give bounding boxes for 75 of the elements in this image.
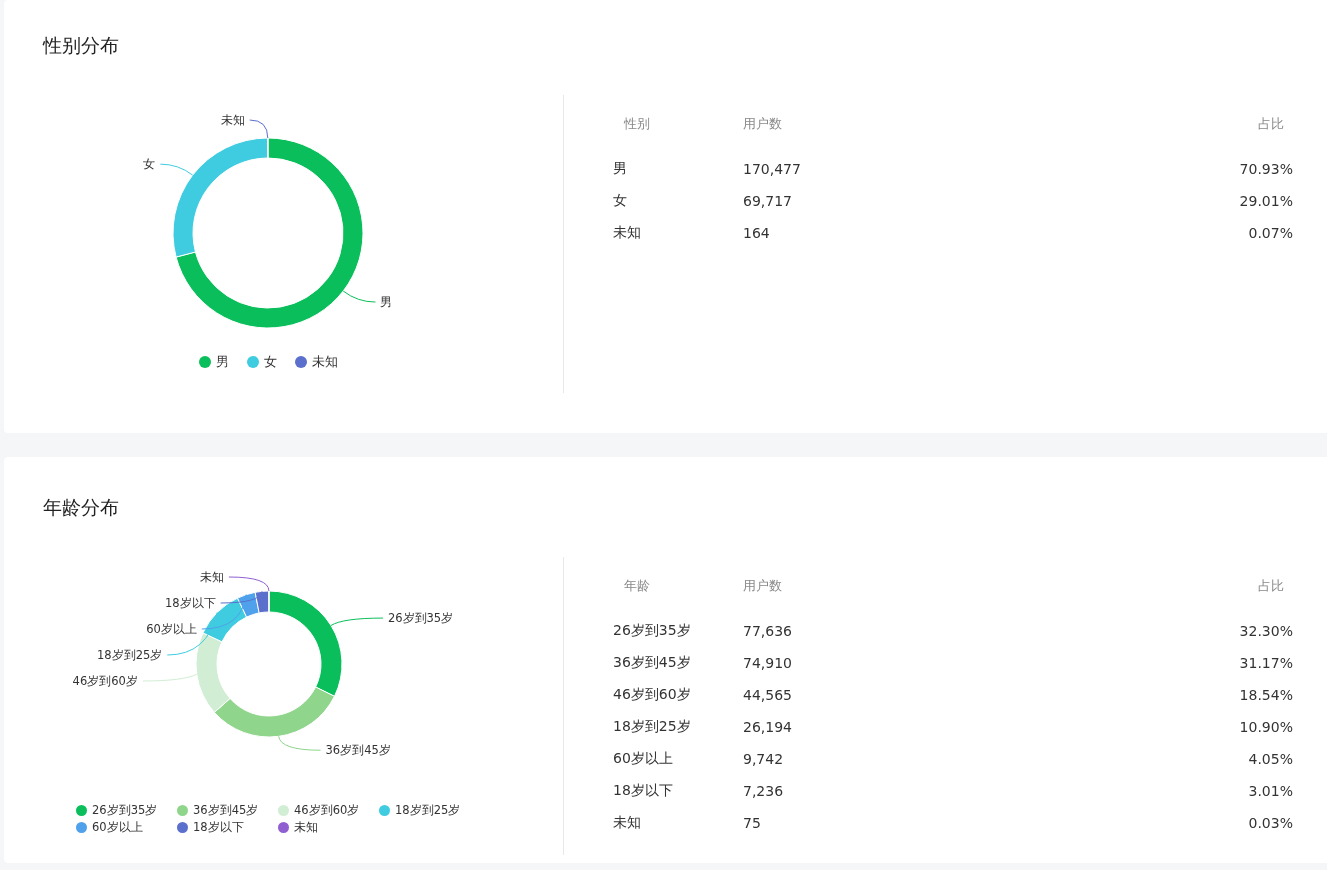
legend-label[interactable]: 未知	[294, 820, 318, 835]
legend-dot-icon[interactable]	[278, 805, 289, 816]
legend-label[interactable]: 18岁到25岁	[395, 803, 461, 818]
leader-line	[249, 119, 269, 139]
slice-label: 46岁到60岁	[72, 674, 138, 688]
slice-label: 26岁到35岁	[387, 611, 454, 626]
column-header: 用户数	[743, 577, 783, 595]
table-cell-text: 18岁以下	[613, 782, 674, 800]
section-title: 性别分布	[43, 33, 120, 58]
legend-label[interactable]: 男	[215, 353, 229, 371]
table-cell-text: 46岁到60岁	[613, 686, 692, 704]
column-header: 占比	[1257, 115, 1285, 133]
column-header: 占比	[1257, 577, 1285, 595]
table-cell-text: 69,717	[743, 193, 793, 209]
table-cell-text: 74,910	[743, 655, 793, 671]
table-cell-text: 170,477	[743, 161, 802, 177]
table-cell-text: 77,636	[743, 623, 793, 639]
slice-label: 18岁以下	[165, 596, 216, 610]
table-cell-text: 26岁到35岁	[613, 622, 692, 640]
table-cell-text: 女	[613, 192, 628, 210]
legend-dot-icon[interactable]	[379, 805, 390, 816]
legend-label[interactable]: 36岁到45岁	[193, 803, 259, 818]
leader-line	[330, 617, 384, 626]
column-header: 性别	[623, 115, 651, 133]
leader-line	[159, 163, 194, 176]
table-cell-text: 29.01%	[1238, 193, 1293, 209]
slice-label: 女	[143, 157, 156, 172]
legend-label[interactable]: 18岁以下	[193, 820, 244, 835]
table-cell-text: 男	[613, 160, 628, 178]
table-cell-text: 36岁到45岁	[613, 654, 692, 672]
table-cell-text: 32.30%	[1238, 623, 1293, 639]
legend-dot-icon[interactable]	[177, 805, 188, 816]
table-cell-text: 70.93%	[1238, 161, 1293, 177]
table-cell-text: 0.03%	[1247, 815, 1293, 831]
slice-label: 60岁以上	[146, 622, 197, 636]
table-cell-text: 0.07%	[1247, 225, 1293, 241]
legend-dot-icon[interactable]	[76, 822, 87, 833]
slice-label: 未知	[220, 113, 245, 127]
legend-dot-icon[interactable]	[246, 356, 259, 368]
slice-label: 36岁到45岁	[325, 743, 391, 758]
table-cell-text: 未知	[613, 224, 642, 242]
legend-dot-icon[interactable]	[76, 805, 87, 816]
table-cell-text: 7,236	[743, 783, 785, 799]
leader-line	[228, 576, 270, 592]
table-cell-text: 31.17%	[1238, 655, 1293, 671]
legend-label[interactable]: 女	[263, 353, 277, 371]
legend-label[interactable]: 60岁以上	[92, 820, 143, 835]
table-cell-text: 10.90%	[1238, 719, 1293, 735]
table-cell-text: 18岁到25岁	[613, 718, 692, 736]
table-cell-text: 164	[743, 225, 771, 241]
legend-dot-icon[interactable]	[198, 356, 211, 368]
table-cell-text: 3.01%	[1247, 783, 1293, 799]
legend-label[interactable]: 未知	[311, 353, 338, 371]
table-cell-text: 9,742	[743, 751, 785, 767]
column-header: 用户数	[743, 115, 783, 133]
slice-label: 18岁到25岁	[97, 648, 163, 662]
section-title: 年龄分布	[43, 495, 120, 520]
legend-dot-icon[interactable]	[177, 822, 188, 833]
slice-label: 未知	[199, 570, 224, 584]
table-cell-text: 26,194	[743, 719, 793, 735]
legend-dot-icon[interactable]	[278, 822, 289, 833]
legend-label[interactable]: 46岁到60岁	[294, 803, 360, 818]
legend-dot-icon[interactable]	[294, 356, 307, 368]
leader-line	[278, 735, 322, 751]
table-cell-text: 未知	[613, 814, 642, 832]
table-cell-text: 18.54%	[1238, 687, 1293, 703]
leader-line	[142, 673, 198, 682]
legend-label[interactable]: 26岁到35岁	[92, 803, 158, 818]
column-header: 年龄	[623, 577, 651, 595]
table-cell-text: 44,565	[743, 687, 793, 703]
table-cell-text: 75	[743, 815, 762, 831]
table-cell-text: 4.05%	[1247, 751, 1293, 767]
table-cell-text: 60岁以上	[613, 750, 674, 768]
slice-label: 男	[380, 295, 393, 310]
leader-line	[342, 290, 376, 303]
